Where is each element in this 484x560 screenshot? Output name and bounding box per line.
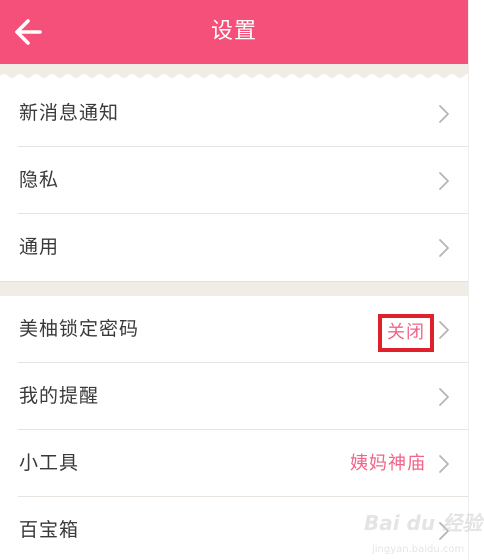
chevron-right-icon xyxy=(439,388,449,406)
screen-edge-strip xyxy=(468,0,484,560)
row-label: 美柚锁定密码 xyxy=(19,318,140,340)
page-title: 设置 xyxy=(210,19,257,44)
row-label: 新消息通知 xyxy=(19,102,120,124)
chevron-right-icon xyxy=(439,239,449,257)
row-label: 小工具 xyxy=(19,452,80,474)
row-tools[interactable]: 小工具 姨妈神庙 xyxy=(0,430,468,497)
chevron-right-icon xyxy=(439,321,449,339)
tools-value: 姨妈神庙 xyxy=(350,453,426,474)
settings-screen: 设置 新消息通知 隐私 通用 美柚锁定密码 关闭 我的提醒 小工具 姨妈神庙 百… xyxy=(0,0,468,560)
chevron-right-icon xyxy=(439,105,449,123)
watermark-text: Bai du 经验 xyxy=(364,511,484,535)
chevron-right-icon xyxy=(439,172,449,190)
row-label: 百宝箱 xyxy=(19,519,80,541)
row-label: 隐私 xyxy=(19,169,60,191)
baidu-jingyan-watermark: Bai du 经验 jingyan.baidu.com xyxy=(364,511,484,555)
settings-group-1: 新消息通知 隐私 通用 xyxy=(0,80,468,281)
section-divider xyxy=(0,281,468,296)
chevron-right-icon xyxy=(439,455,449,473)
row-privacy[interactable]: 隐私 xyxy=(0,147,468,214)
row-new-message-notification[interactable]: 新消息通知 xyxy=(0,80,468,147)
row-label: 我的提醒 xyxy=(19,385,100,407)
row-lock-password[interactable]: 美柚锁定密码 关闭 xyxy=(0,296,468,363)
lock-password-status: 关闭 xyxy=(378,314,434,352)
app-header: 设置 xyxy=(0,0,468,64)
header-scallop-divider xyxy=(0,64,468,80)
row-general[interactable]: 通用 xyxy=(0,214,468,281)
watermark-url: jingyan.baidu.com xyxy=(371,544,464,555)
row-my-reminders[interactable]: 我的提醒 xyxy=(0,363,468,430)
row-label: 通用 xyxy=(19,236,60,258)
